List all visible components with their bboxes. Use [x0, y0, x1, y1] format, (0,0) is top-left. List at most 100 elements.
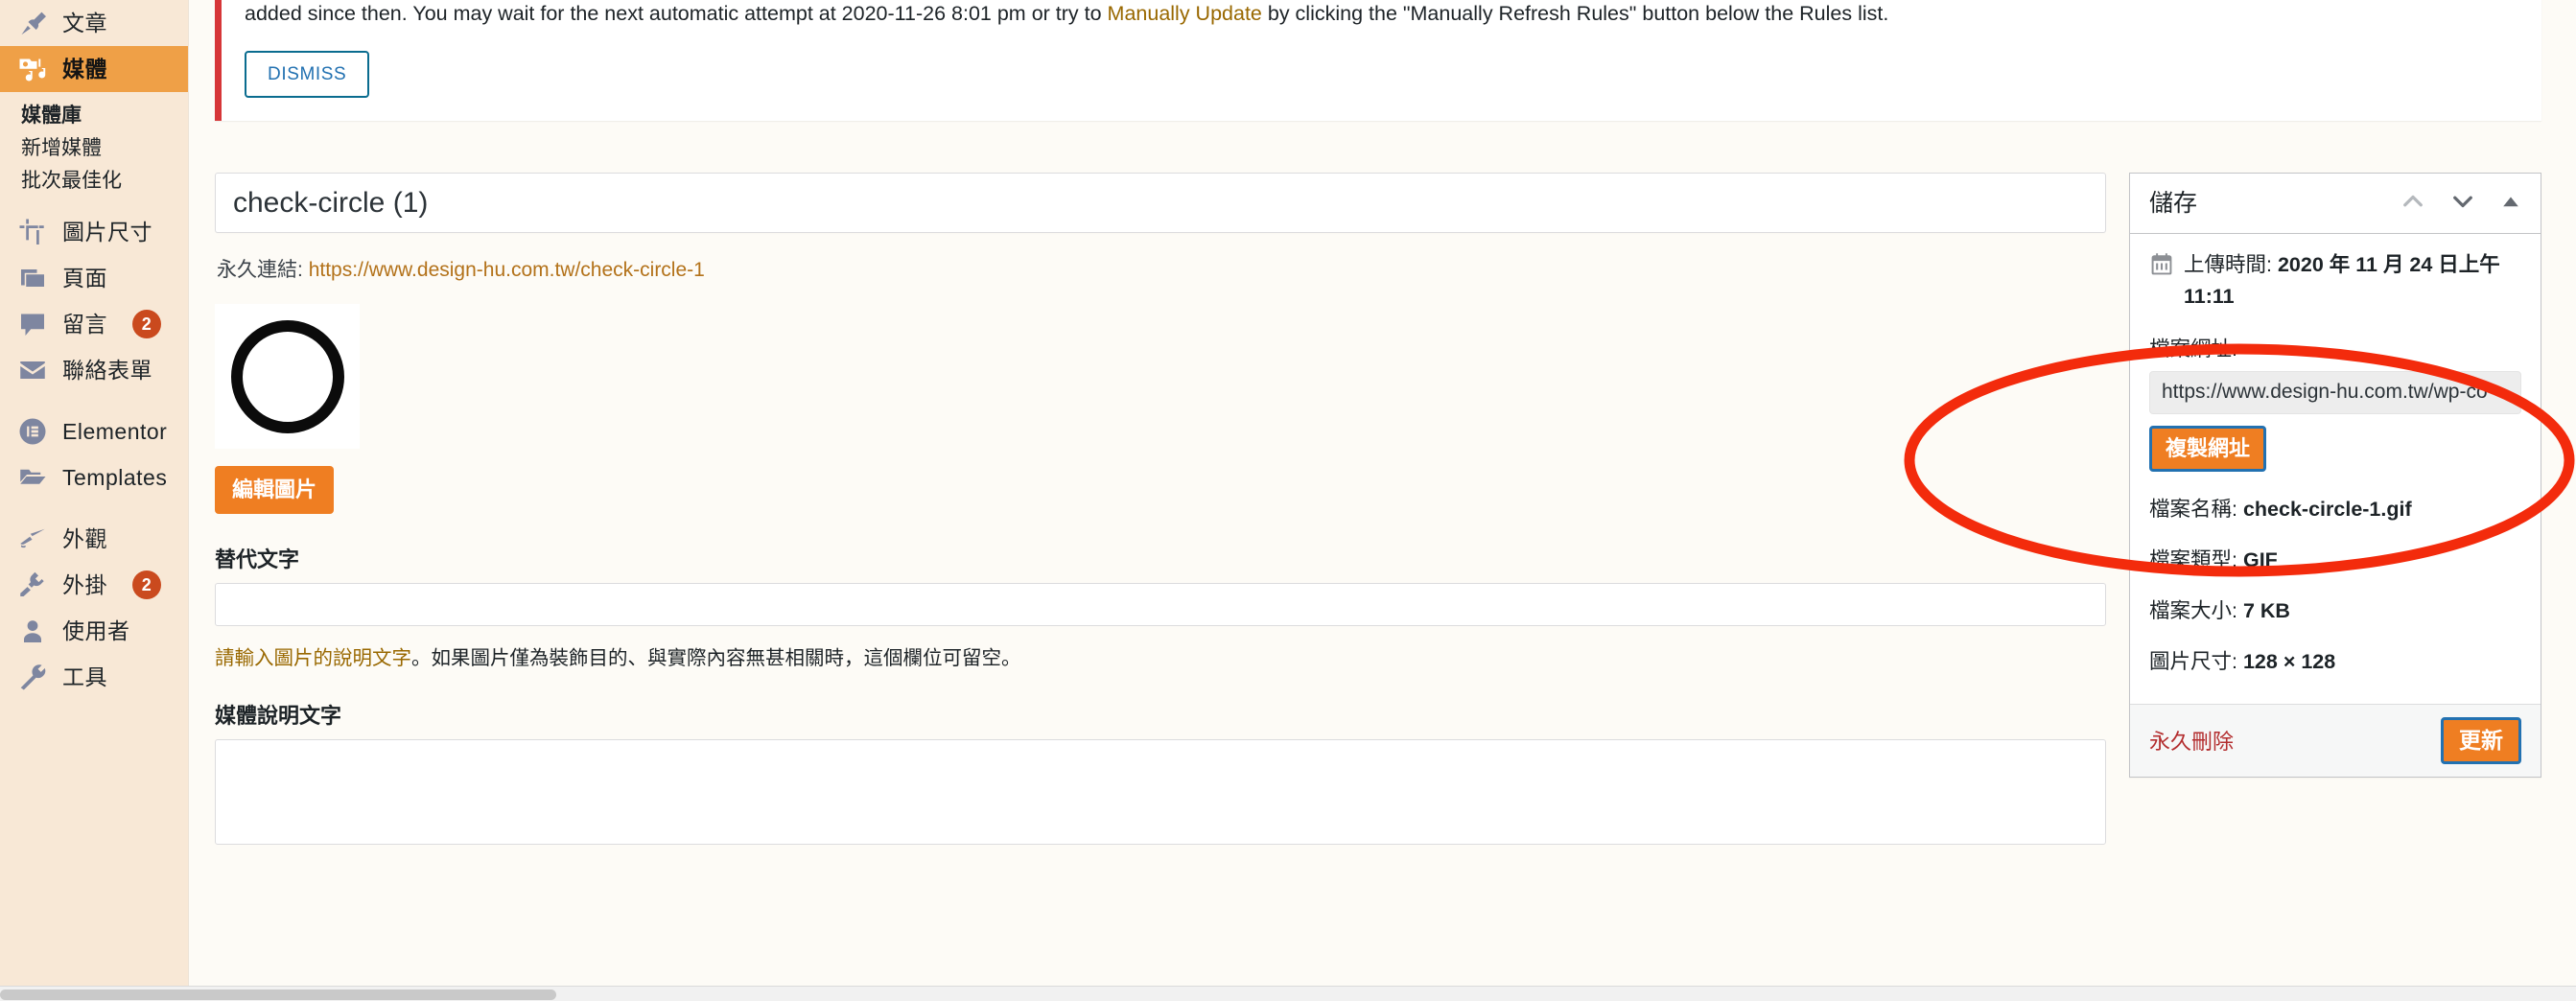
file-size-label: 檔案大小: — [2149, 598, 2237, 622]
toggle-panel-icon[interactable] — [2498, 189, 2523, 219]
sidebar-item-label: 聯絡表單 — [62, 357, 152, 383]
dismiss-button[interactable]: DISMISS — [245, 51, 370, 99]
sidebar-item-label: 工具 — [62, 663, 107, 689]
sidebar-item-label: 文章 — [62, 10, 107, 35]
sidebar-item-label: 頁面 — [62, 265, 107, 291]
attachment-title-field[interactable]: check-circle (1) — [215, 173, 2106, 234]
scrollbar-thumb[interactable] — [0, 989, 556, 1000]
sidebar-item-label: 圖片尺寸 — [62, 219, 152, 244]
description-label: 媒體說明文字 — [215, 704, 342, 729]
submenu-item-label: 新增媒體 — [21, 137, 102, 159]
file-name-row: 檔案名稱: check-circle-1.gif — [2149, 493, 2521, 523]
move-up-icon[interactable] — [2399, 187, 2427, 221]
sidebar-item-appearance[interactable]: 外觀 — [0, 516, 189, 562]
permalink-link[interactable]: https://www.design-hu.com.tw/check-circl… — [309, 259, 705, 281]
delete-permanently-link[interactable]: 永久刪除 — [2149, 725, 2234, 756]
plugins-count-badge: 2 — [132, 570, 161, 599]
notice-text: added since then. You may wait for the n… — [239, 0, 2524, 30]
save-metabox-body: 上傳時間: 2020 年 11 月 24 日上午 11:11 檔案網址: 複製網… — [2130, 234, 2541, 685]
sidebar-divider-2 — [0, 500, 189, 516]
update-button[interactable]: 更新 — [2441, 716, 2521, 764]
save-metabox: 儲存 上傳時間: 2020 年 11 月 24 日上午 11:11 檔案網址: … — [2129, 173, 2541, 778]
folder-icon — [16, 461, 49, 494]
sidebar-item-comments[interactable]: 留言 2 — [0, 301, 189, 347]
file-name-value: check-circle-1.gif — [2242, 497, 2412, 521]
sidebar-item-users[interactable]: 使用者 — [0, 608, 189, 654]
submenu-item-label: 批次最佳化 — [21, 170, 122, 192]
dimensions-row: 圖片尺寸: 128 × 128 — [2149, 645, 2521, 675]
file-url-input[interactable] — [2149, 370, 2521, 414]
manually-update-link[interactable]: Manually Update — [1108, 2, 1262, 25]
admin-sidebar: 文章 媒體 媒體庫 新增媒體 批次最佳化 圖片尺寸 頁面 留言 2 聯絡表單 E… — [0, 0, 189, 1001]
submenu-item-media-library[interactable]: 媒體庫 — [0, 98, 189, 130]
sidebar-item-label: 留言 — [62, 311, 107, 337]
horizontal-scrollbar[interactable] — [0, 986, 2576, 1001]
file-size-value: 7 KB — [2242, 598, 2290, 622]
pin-icon — [16, 7, 49, 39]
uploaded-row: 上傳時間: 2020 年 11 月 24 日上午 11:11 — [2149, 249, 2521, 312]
alt-text-help-highlight: 請輸入圖片的說明文字 — [215, 647, 411, 670]
edit-image-button[interactable]: 編輯圖片 — [215, 466, 335, 515]
uploaded-label: 上傳時間: — [2184, 253, 2272, 277]
alt-text-help-rest: 。如果圖片僅為裝飾目的、與實際內容無甚相關時，這個欄位可留空。 — [411, 647, 1021, 670]
media-camera-icon — [16, 53, 49, 85]
file-type-label: 檔案類型: — [2149, 547, 2237, 571]
comments-count-badge: 2 — [132, 310, 161, 338]
sidebar-item-label: 外掛 — [62, 571, 107, 597]
check-circle-image — [230, 319, 344, 433]
dimensions-label: 圖片尺寸: — [2149, 649, 2237, 673]
submenu-item-label: 媒體庫 — [21, 105, 82, 127]
attachment-title-value: check-circle (1) — [233, 186, 429, 219]
attachment-thumbnail — [215, 304, 360, 450]
alt-text-help: 請輸入圖片的說明文字。如果圖片僅為裝飾目的、與實際內容無甚相關時，這個欄位可留空… — [215, 641, 2106, 670]
sidebar-item-image-sizes[interactable]: 圖片尺寸 — [0, 209, 189, 255]
crop-icon — [16, 216, 49, 248]
sidebar-item-media[interactable]: 媒體 — [0, 46, 189, 92]
main-content: added since then. You may wait for the n… — [189, 0, 2576, 1001]
dimensions-value: 128 × 128 — [2242, 649, 2336, 673]
copy-url-button[interactable]: 複製網址 — [2149, 425, 2267, 472]
elementor-icon — [16, 415, 49, 448]
permalink-row: 永久連結: https://www.design-hu.com.tw/check… — [215, 254, 2106, 283]
sidebar-item-posts[interactable]: 文章 — [0, 0, 189, 46]
description-textarea[interactable] — [215, 739, 2106, 846]
sidebar-item-pages[interactable]: 頁面 — [0, 255, 189, 301]
submenu-item-add-media[interactable]: 新增媒體 — [0, 130, 189, 163]
notice-text-after: by clicking the "Manually Refresh Rules"… — [1261, 2, 1889, 25]
media-submenu: 媒體庫 新增媒體 批次最佳化 — [0, 92, 189, 209]
admin-notice: added since then. You may wait for the n… — [215, 0, 2541, 122]
plug-icon — [16, 569, 49, 601]
sidebar-item-label: 外觀 — [62, 525, 107, 551]
file-size-row: 檔案大小: 7 KB — [2149, 594, 2521, 624]
file-type-row: 檔案類型: GIF — [2149, 544, 2521, 573]
permalink-label: 永久連結: — [217, 259, 303, 282]
pages-icon — [16, 262, 49, 294]
sidebar-item-elementor[interactable]: Elementor — [0, 408, 189, 454]
sidebar-item-templates[interactable]: Templates — [0, 454, 189, 500]
editor-side-column: 儲存 上傳時間: 2020 年 11 月 24 日上午 11:11 檔案網址: … — [2129, 173, 2541, 850]
file-name-label: 檔案名稱: — [2149, 497, 2237, 521]
sidebar-item-contact-form[interactable]: 聯絡表單 — [0, 347, 189, 393]
save-metabox-footer: 永久刪除 更新 — [2130, 703, 2541, 777]
file-type-value: GIF — [2242, 547, 2278, 571]
sidebar-item-plugins[interactable]: 外掛 2 — [0, 562, 189, 608]
notice-text-before: added since then. You may wait for the n… — [245, 2, 1108, 25]
save-metabox-header: 儲存 — [2130, 174, 2541, 235]
calendar-icon — [2149, 252, 2174, 286]
save-metabox-title: 儲存 — [2149, 189, 2198, 217]
comment-icon — [16, 308, 49, 340]
wrench-icon — [16, 661, 49, 693]
sidebar-item-tools[interactable]: 工具 — [0, 654, 189, 700]
editor-main-column: check-circle (1) 永久連結: https://www.desig… — [215, 173, 2106, 850]
sidebar-item-label: Templates — [62, 464, 168, 490]
alt-text-input[interactable] — [215, 583, 2106, 627]
brush-icon — [16, 523, 49, 555]
file-url-label: 檔案網址: — [2149, 337, 2237, 361]
sidebar-item-label: Elementor — [62, 418, 168, 444]
sidebar-item-label: 使用者 — [62, 617, 130, 643]
submenu-item-bulk-optimize[interactable]: 批次最佳化 — [0, 163, 189, 196]
move-down-icon[interactable] — [2448, 187, 2477, 221]
sidebar-item-label: 媒體 — [62, 56, 107, 81]
envelope-icon — [16, 354, 49, 386]
wordpress-media-edit-screen: 文章 媒體 媒體庫 新增媒體 批次最佳化 圖片尺寸 頁面 留言 2 聯絡表單 E… — [0, 0, 2576, 1001]
